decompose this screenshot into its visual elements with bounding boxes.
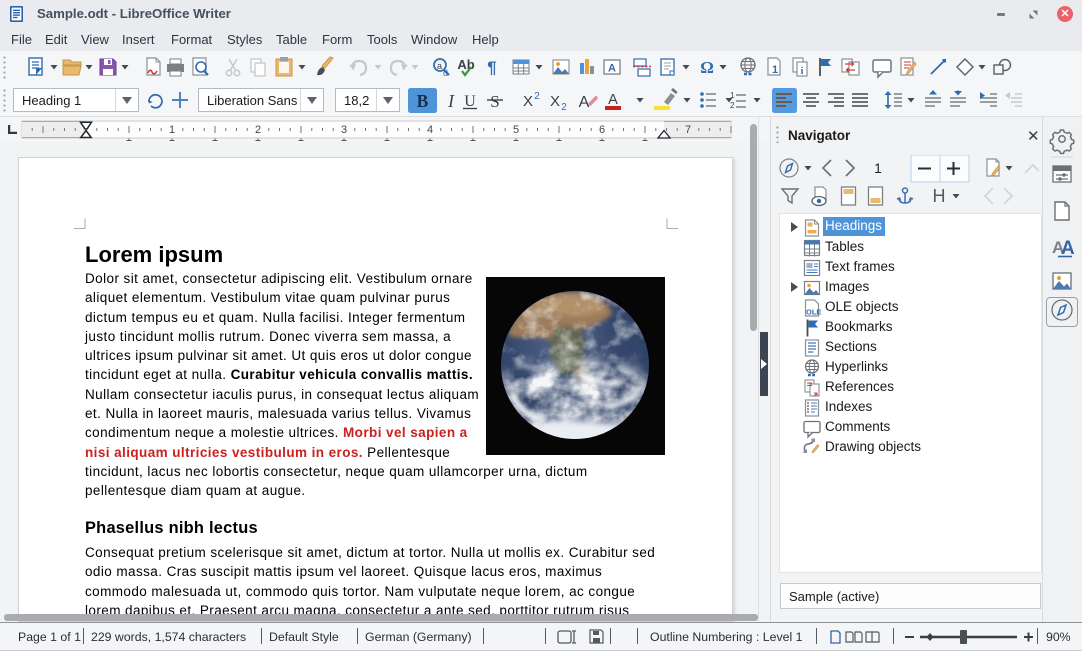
svg-text:S: S [490,92,499,111]
svg-text:3: 3 [341,124,347,136]
svg-text:1: 1 [874,161,882,176]
svg-text:Ab: Ab [457,57,474,72]
svg-text:OLE: OLE [806,308,821,317]
svg-text:¶: ¶ [487,58,496,77]
svg-text:I: I [447,91,455,111]
svg-text:5: 5 [513,124,519,136]
svg-text:B: B [417,91,429,111]
svg-text:2: 2 [255,124,261,136]
svg-text:1: 1 [772,64,778,76]
svg-text:A: A [579,94,590,111]
svg-text:2: 2 [534,91,540,102]
svg-text:a: a [437,61,442,71]
svg-text:X: X [550,93,560,110]
svg-text:U: U [464,93,476,110]
svg-text:H: H [933,186,946,206]
svg-text:d: d [443,68,448,78]
svg-text:7: 7 [685,124,691,136]
svg-text:X: X [523,93,533,110]
svg-text:2: 2 [730,101,735,110]
svg-text:A: A [608,63,616,75]
svg-text:1: 1 [730,91,735,100]
svg-text:4: 4 [427,124,433,136]
svg-text:Ω: Ω [700,58,714,77]
svg-text:2: 2 [561,102,567,113]
svg-text:A: A [608,92,618,108]
svg-text:6: 6 [599,124,605,136]
svg-text:i: i [801,66,804,77]
svg-text:1: 1 [169,124,175,136]
